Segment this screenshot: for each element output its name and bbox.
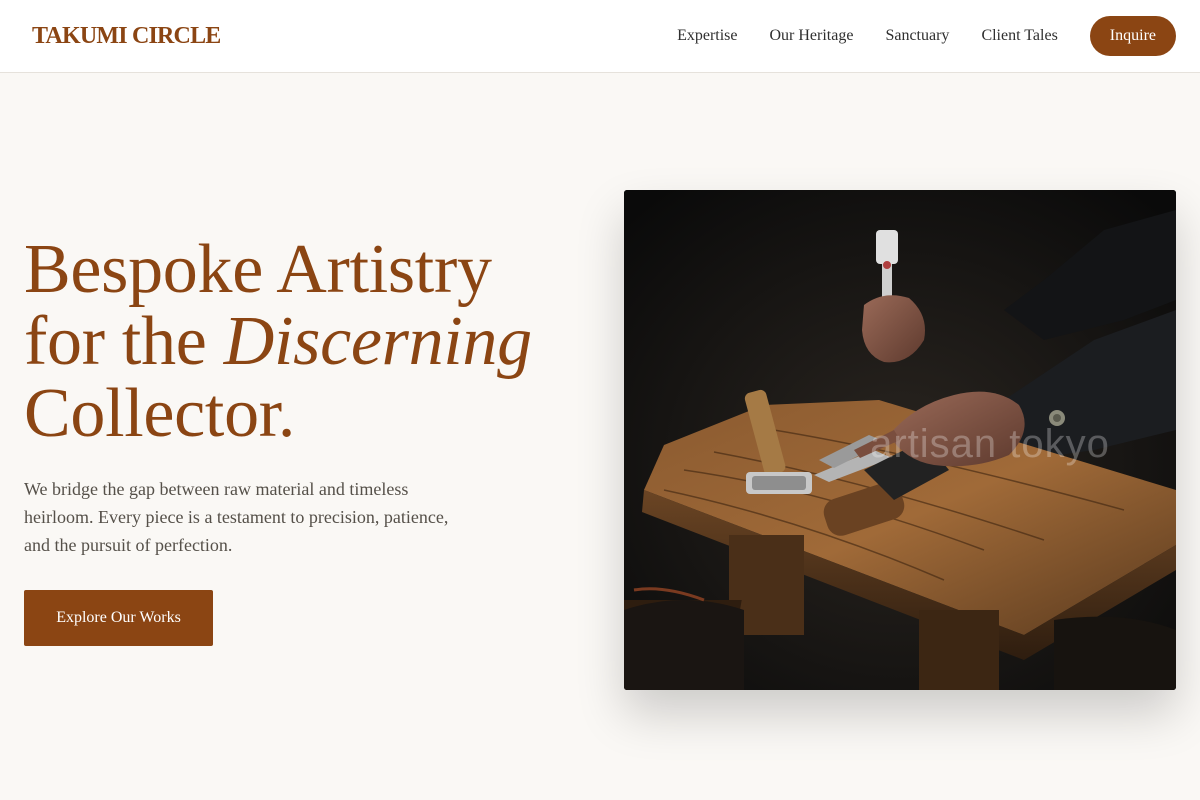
nav-link-our-heritage[interactable]: Our Heritage (769, 27, 853, 45)
hero-description: We bridge the gap between raw material a… (24, 479, 449, 555)
inquire-button[interactable]: Inquire (1089, 16, 1176, 56)
hero-title-line2-prefix: for the (24, 303, 224, 380)
explore-works-button[interactable]: Explore Our Works (24, 590, 213, 646)
hero-title-italic: Discerning (223, 303, 532, 380)
hero-title: Bespoke Artistry for the Discerning Coll… (24, 234, 604, 450)
hero-title-line3: Collector. (24, 375, 296, 452)
nav-link-sanctuary[interactable]: Sanctuary (885, 27, 949, 45)
brand-logo[interactable]: TAKUMI CIRCLE (32, 23, 221, 50)
main-nav: Expertise Our Heritage Sanctuary Client … (677, 16, 1176, 56)
nav-link-expertise[interactable]: Expertise (677, 27, 737, 45)
image-watermark: artisan tokyo (870, 422, 1110, 466)
hero-image: artisan tokyo (624, 190, 1176, 690)
nav-link-client-tales[interactable]: Client Tales (981, 27, 1057, 45)
site-header: TAKUMI CIRCLE Expertise Our Heritage San… (0, 0, 1200, 73)
hero-title-line1: Bespoke Artistry (24, 231, 492, 308)
